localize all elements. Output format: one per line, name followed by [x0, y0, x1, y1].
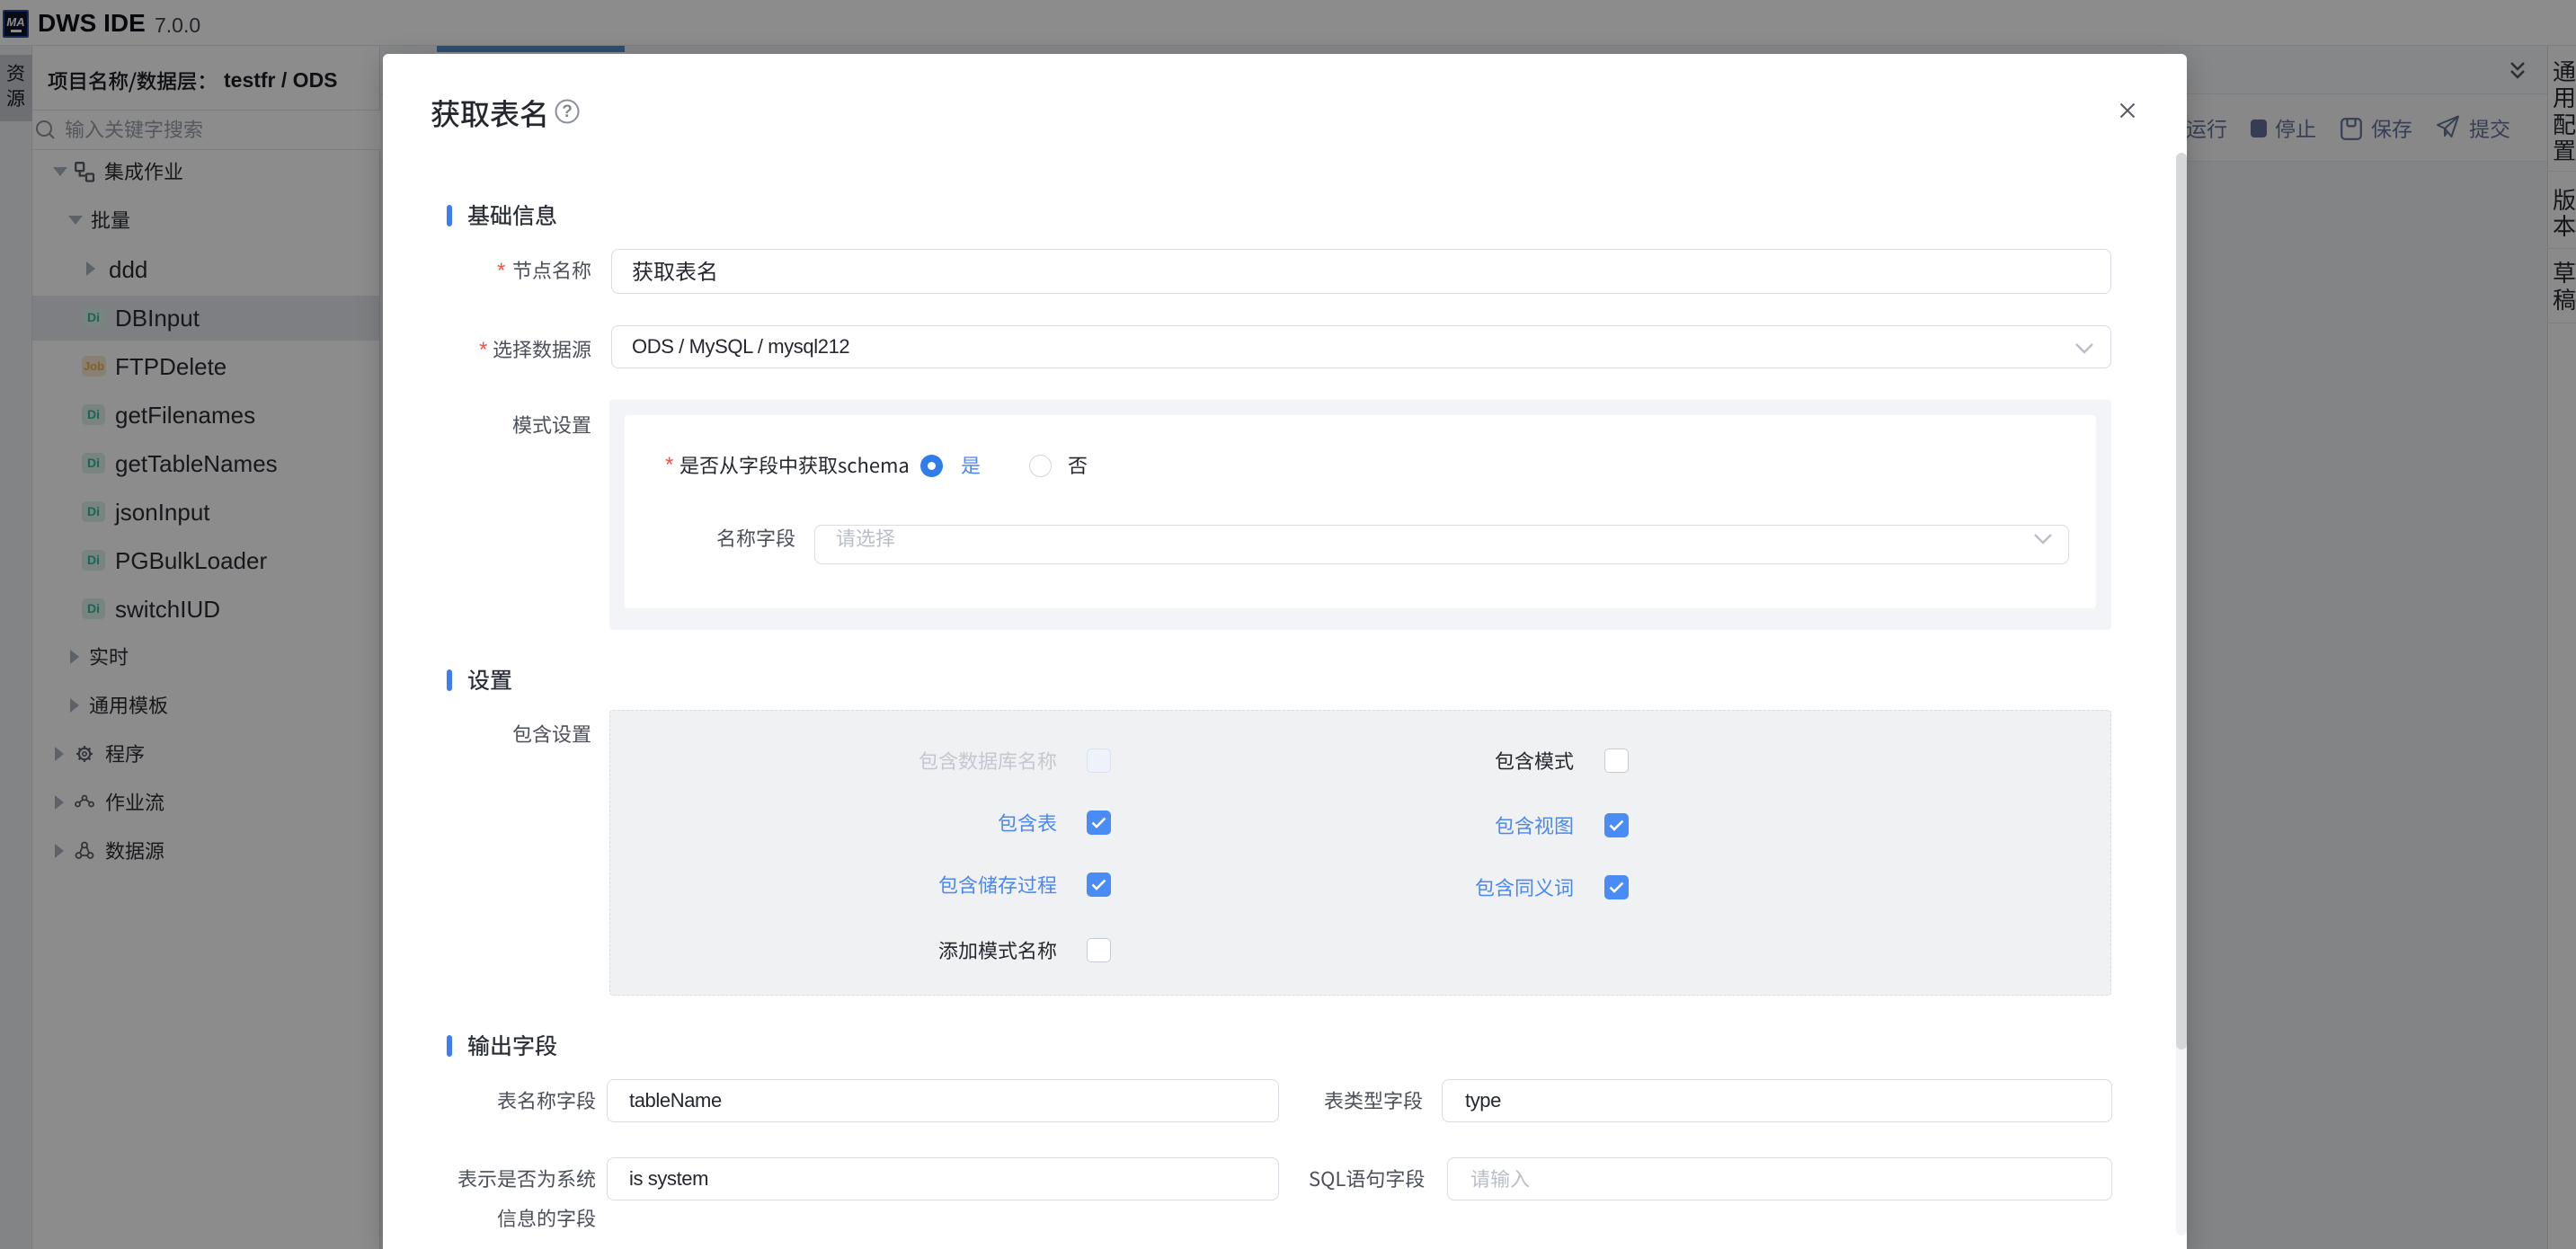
svg-text:?: ? [562, 102, 573, 121]
